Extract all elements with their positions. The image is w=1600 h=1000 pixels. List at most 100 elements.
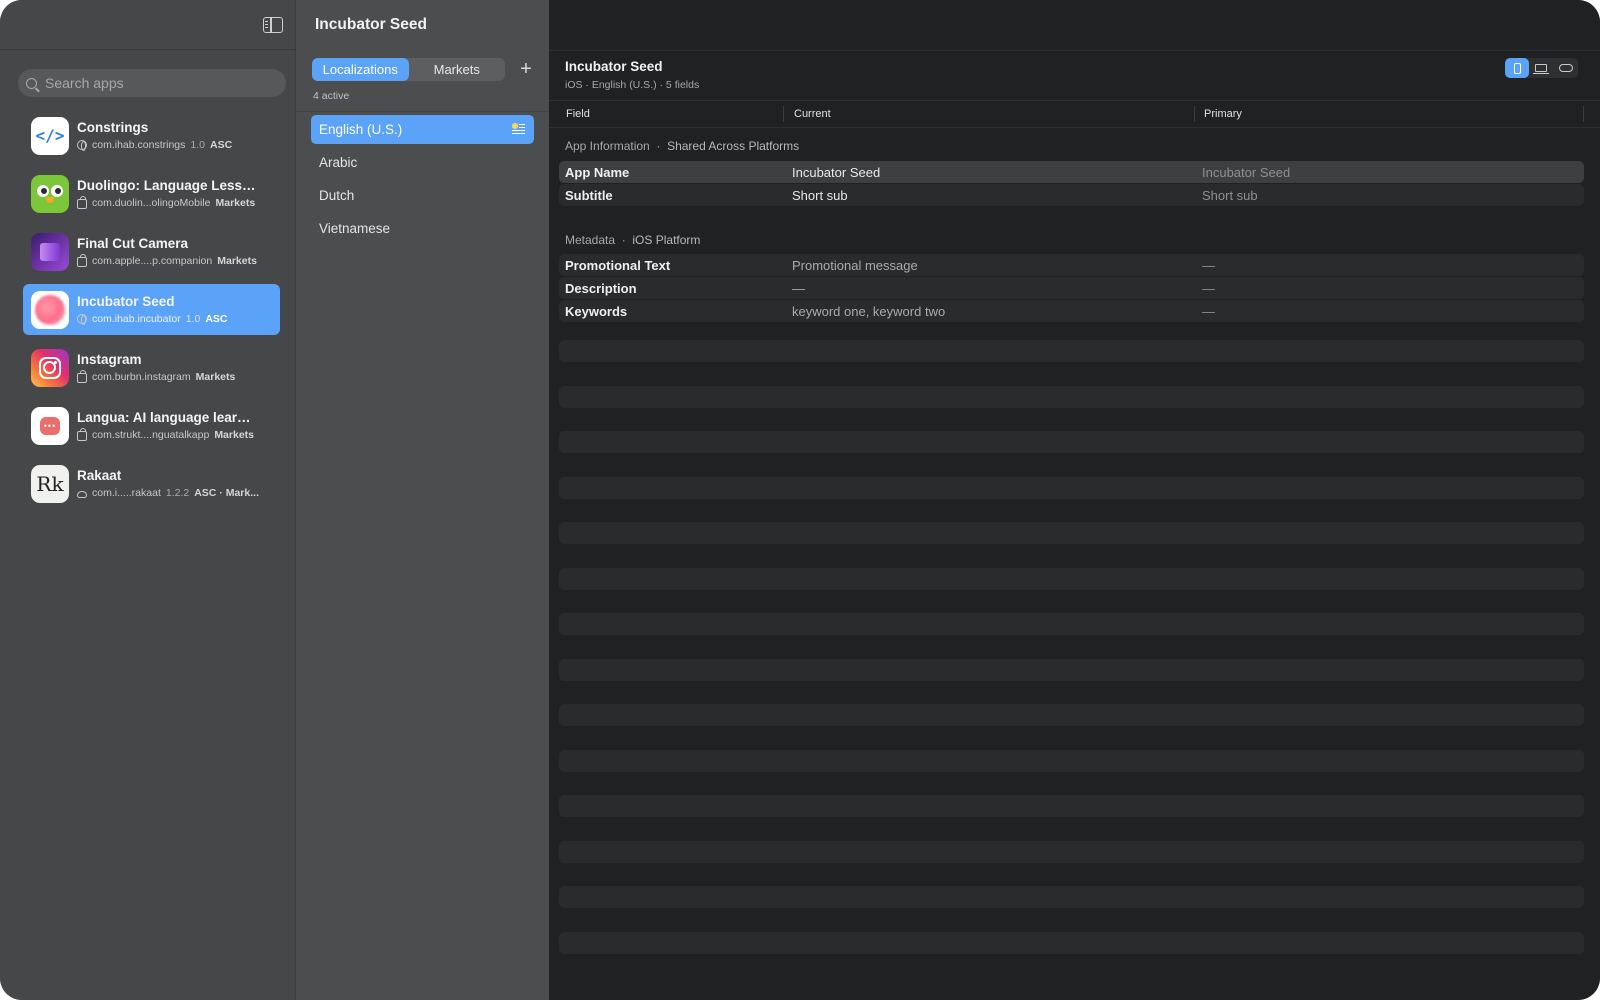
app-item-constrings[interactable]: </> Constrings com.ihab.constrings 1.0 A… — [23, 110, 280, 161]
empty-row — [559, 386, 1584, 408]
chat-bubble-icon: ••• — [31, 406, 69, 445]
current-value[interactable]: — — [792, 277, 805, 299]
empty-row — [559, 613, 1584, 635]
divider — [549, 50, 1600, 51]
globe-icon — [77, 314, 87, 325]
app-item-incubator-seed[interactable]: Incubator Seed com.ihab.incubator 1.0 AS… — [23, 284, 280, 335]
app-name: Duolingo: Language Lesso... — [77, 178, 257, 193]
rk-logo-icon: Rk — [31, 464, 69, 503]
localization-list: English (U.S.) Arabic Dutch Vietnamese — [311, 115, 534, 247]
localization-item-vietnamese[interactable]: Vietnamese — [311, 214, 534, 243]
primary-value: — — [1202, 257, 1215, 273]
app-bundle-id: com.ihab.constrings — [92, 139, 186, 151]
primary-value: — — [1202, 280, 1215, 296]
empty-row — [559, 659, 1584, 681]
app-item-instagram[interactable]: Instagram com.burbn.instagram Markets — [23, 342, 280, 393]
app-source-tag: Markets — [195, 371, 236, 383]
current-value[interactable]: Promotional message — [792, 254, 918, 276]
empty-row — [559, 704, 1584, 726]
table-row[interactable]: Subtitle Short sub Short sub — [559, 184, 1584, 206]
table-row[interactable]: Keywords keyword one, keyword two — — [559, 300, 1584, 322]
localization-item-dutch[interactable]: Dutch — [311, 181, 534, 210]
app-item-langua[interactable]: ••• Langua: AI language learni... com.st… — [23, 400, 280, 451]
localization-item-english-us[interactable]: English (U.S.) — [311, 115, 534, 144]
app-source-tag: ASC — [210, 139, 233, 151]
primary-value: — — [1202, 303, 1215, 319]
table-row[interactable]: Description — — — [559, 277, 1584, 299]
section-header: App Information · Shared Across Platform… — [565, 139, 800, 153]
panel-title: Incubator Seed — [315, 16, 427, 33]
app-name: Final Cut Camera — [77, 236, 189, 251]
app-source-tag: Markets — [215, 197, 256, 209]
app-source-tag: ASC — [205, 313, 228, 325]
platform-mac-button[interactable] — [1529, 58, 1553, 78]
column-header-field[interactable]: Field — [566, 101, 590, 127]
platform-ios-button[interactable] — [1505, 58, 1530, 78]
panel-tabs: Localizations Markets — [312, 58, 505, 81]
editor-title: Incubator Seed — [565, 59, 663, 74]
table-header: Field Current Primary — [549, 100, 1600, 128]
localization-item-arabic[interactable]: Arabic — [311, 148, 534, 177]
sidebar: </> Constrings com.ihab.constrings 1.0 A… — [0, 0, 296, 1000]
current-value[interactable]: Short sub — [792, 184, 848, 206]
field-name: Subtitle — [565, 187, 613, 203]
app-source-tag: Markets — [214, 429, 255, 441]
localization-label: Dutch — [319, 188, 355, 203]
current-value[interactable]: Incubator Seed — [792, 161, 880, 183]
laptop-icon — [1533, 64, 1550, 74]
empty-row — [559, 522, 1584, 544]
tab-localizations[interactable]: Localizations — [312, 58, 409, 81]
current-value[interactable]: keyword one, keyword two — [792, 300, 945, 322]
field-name: Promotional Text — [565, 257, 671, 273]
app-window: </> Constrings com.ihab.constrings 1.0 A… — [0, 0, 1600, 1000]
empty-row — [559, 932, 1584, 954]
field-name: Keywords — [565, 303, 628, 319]
app-bundle-id: com.duolin...olingoMobile — [92, 197, 211, 209]
app-item-final-cut-camera[interactable]: Final Cut Camera com.apple....p.companio… — [23, 226, 280, 277]
tab-markets[interactable]: Markets — [409, 58, 506, 81]
sidebar-toolbar — [0, 0, 295, 50]
column-header-primary[interactable]: Primary — [1204, 101, 1242, 127]
app-name: Rakaat — [77, 468, 122, 483]
app-version: 1.0 — [185, 313, 201, 325]
platform-vision-button[interactable] — [1554, 58, 1578, 78]
app-source-tag: ASC · Mark... — [194, 487, 259, 499]
app-name: Incubator Seed — [77, 294, 175, 309]
app-bundle-id: com.burbn.instagram — [92, 371, 191, 383]
empty-row — [559, 477, 1584, 499]
app-version: 1.2.2 — [165, 487, 190, 499]
phone-icon — [1513, 62, 1521, 74]
cloud-icon — [77, 490, 87, 498]
platform-picker — [1505, 58, 1578, 78]
localization-label: Arabic — [319, 155, 358, 170]
app-name: Instagram — [77, 352, 142, 367]
section-header: Metadata · iOS Platform — [565, 233, 701, 247]
editor-subtitle: iOS · English (U.S.) · 5 fields — [565, 79, 700, 91]
app-bundle-id: com.i.....rakaat — [92, 487, 161, 499]
app-bundle-id: com.ihab.incubator — [92, 313, 181, 325]
app-item-rakaat[interactable]: Rk Rakaat com.i.....rakaat 1.2.2 ASC · M… — [23, 458, 280, 509]
app-list: </> Constrings com.ihab.constrings 1.0 A… — [23, 110, 280, 516]
search-field[interactable] — [18, 69, 286, 97]
bag-icon — [77, 196, 87, 209]
empty-row — [559, 795, 1584, 817]
film-icon — [31, 232, 69, 271]
table-row[interactable]: Promotional Text Promotional message — — [559, 254, 1584, 276]
empty-row — [559, 841, 1584, 863]
search-input[interactable] — [45, 75, 265, 91]
app-version: 1.0 — [190, 139, 205, 151]
column-header-current[interactable]: Current — [794, 101, 831, 127]
vision-pro-icon — [1558, 64, 1573, 72]
table-row[interactable]: App Name Incubator Seed Incubator Seed — [559, 161, 1584, 183]
sidebar-toggle-icon[interactable] — [263, 17, 283, 33]
section-subtitle: iOS Platform — [632, 233, 701, 247]
app-bundle-id: com.strukt....nguatalkapp — [92, 429, 210, 441]
bag-icon — [77, 370, 87, 383]
add-localization-button[interactable]: + — [516, 58, 536, 80]
section-title: Metadata — [565, 233, 616, 247]
localizations-panel: Incubator Seed Localizations Markets + 4… — [296, 0, 549, 1000]
primary-value: Short sub — [1202, 187, 1258, 203]
app-item-duolingo[interactable]: Duolingo: Language Lesso... com.duolin..… — [23, 168, 280, 219]
localization-label: Vietnamese — [319, 221, 391, 236]
empty-row — [559, 568, 1584, 590]
